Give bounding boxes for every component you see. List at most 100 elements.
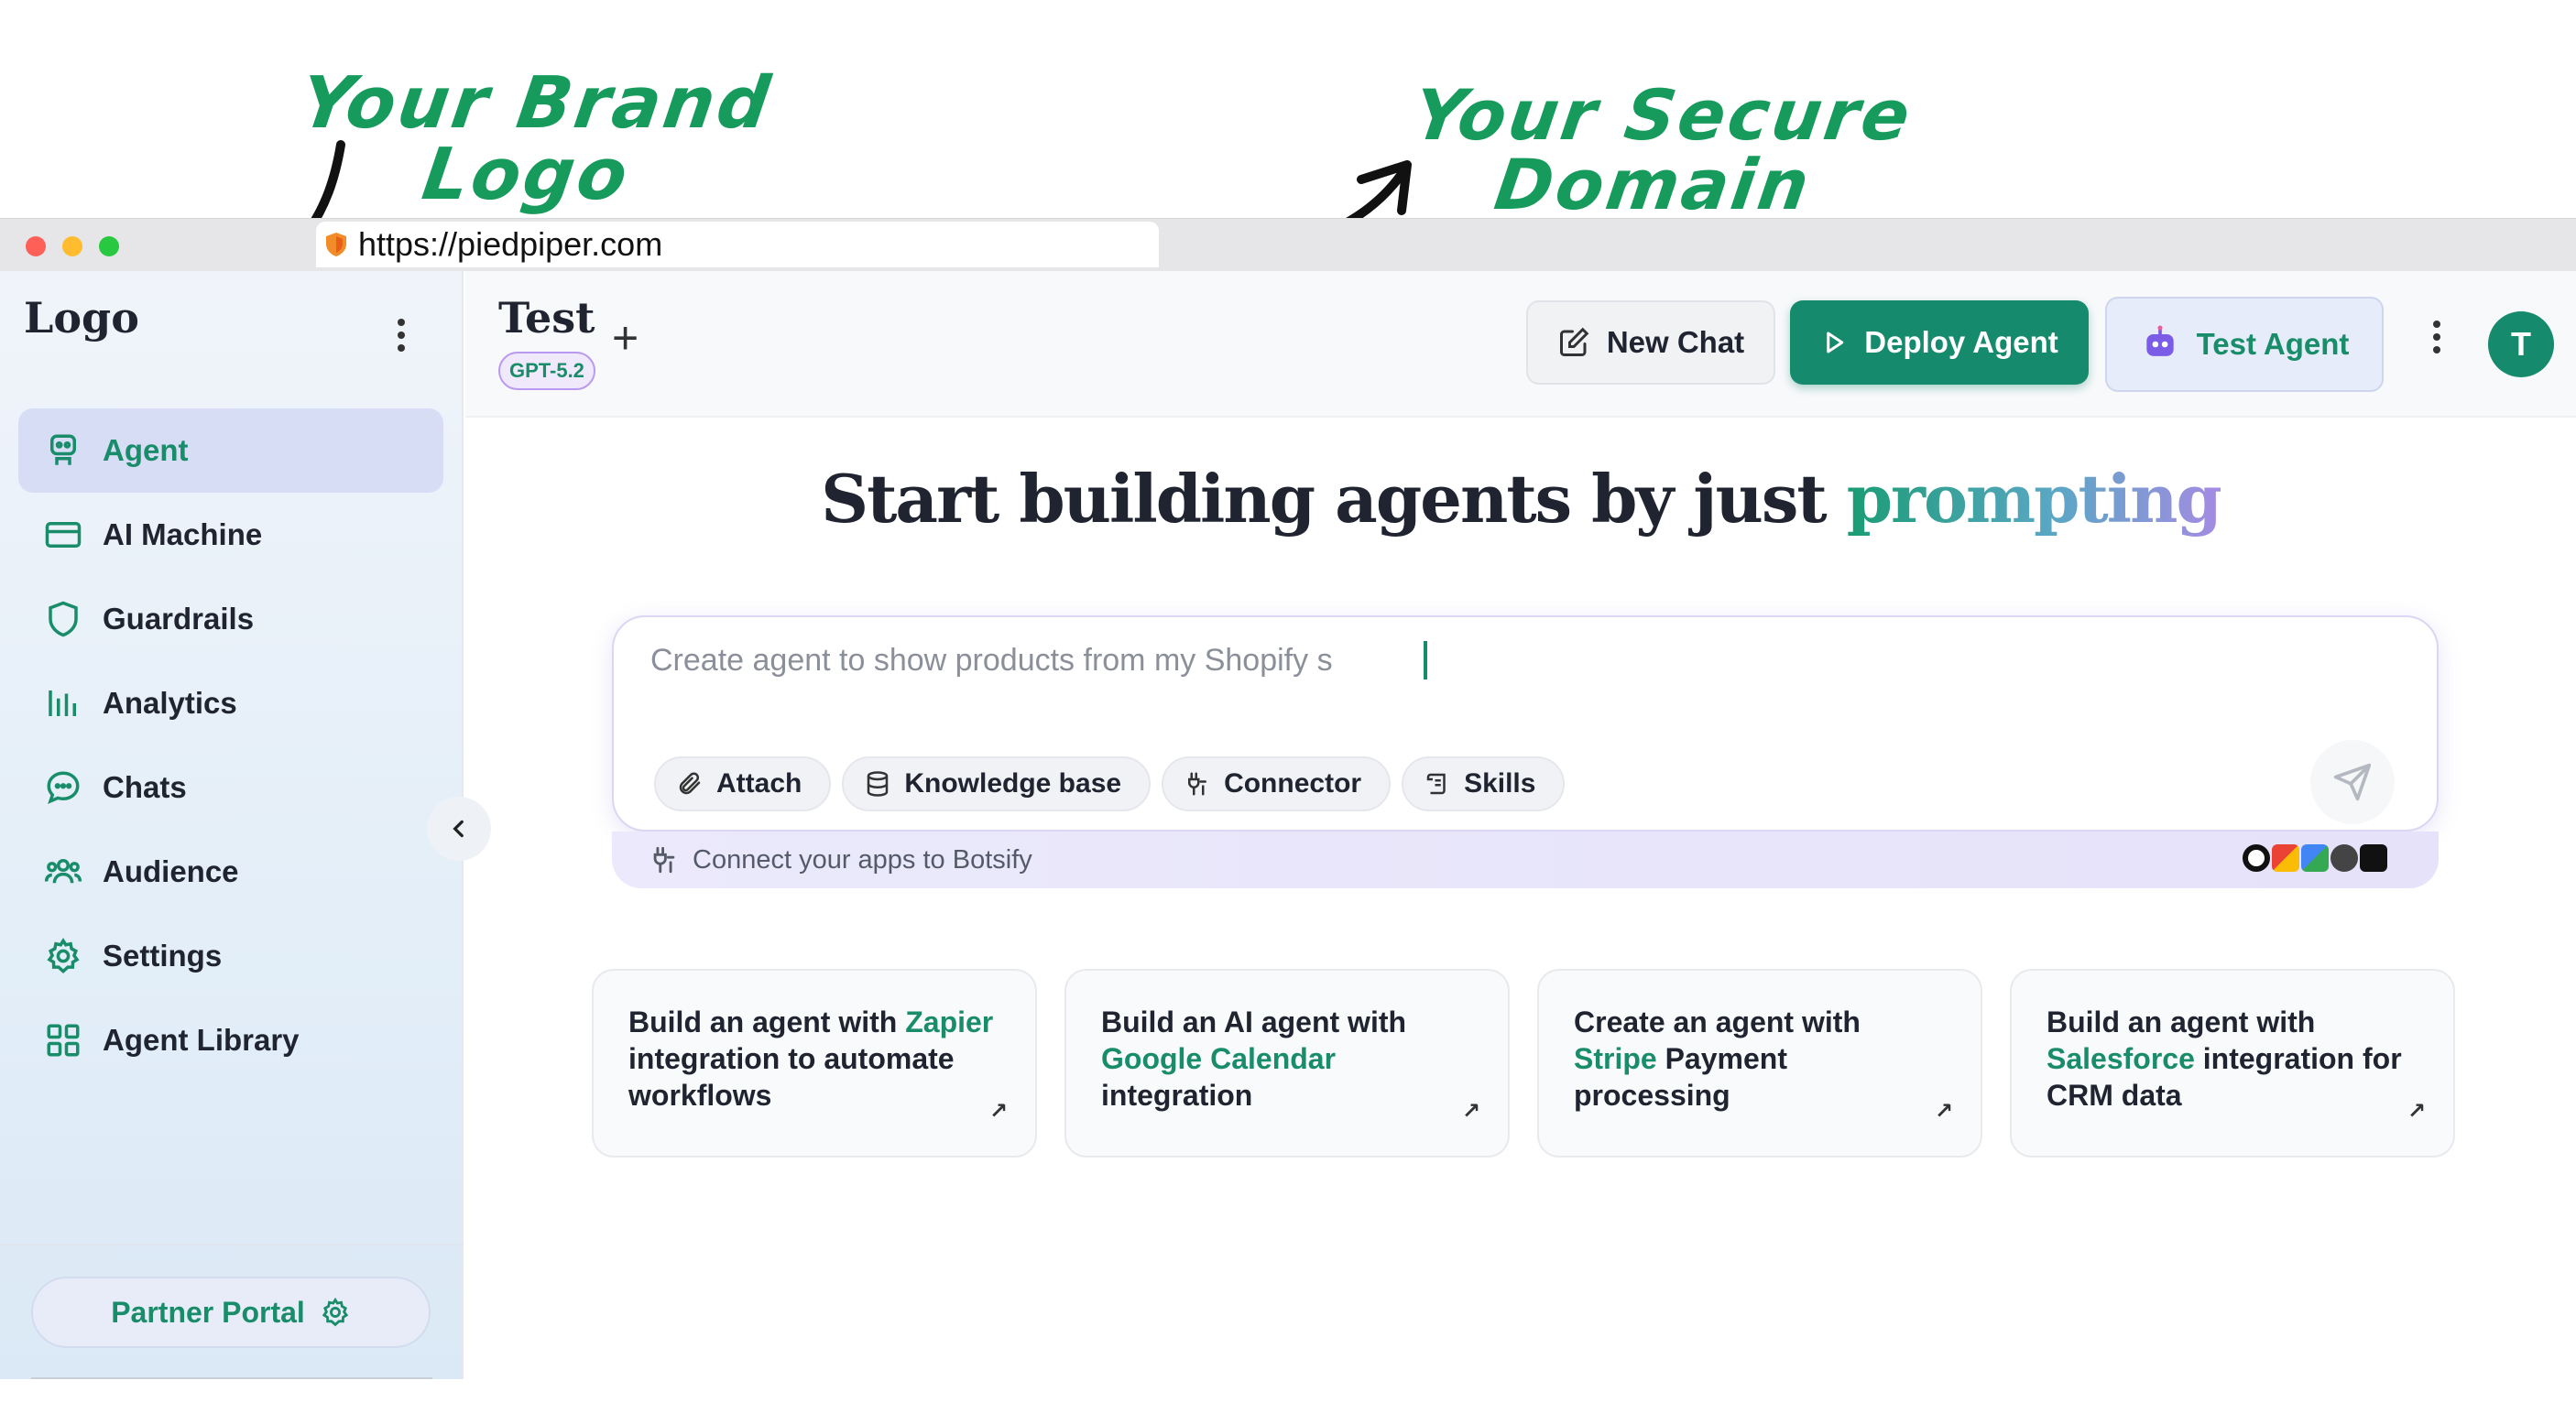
new-chat-label: New Chat (1606, 325, 1745, 359)
more-options-icon[interactable] (2431, 321, 2442, 353)
sidebar-item-agent[interactable]: Agent (18, 408, 443, 493)
robot-icon (50, 434, 76, 465)
main-panel: Test GPT-5.2 + New Chat Deploy Agent Tes… (465, 271, 2576, 1379)
app-icons (2243, 844, 2387, 872)
suggestion-highlight: Google Calendar (1101, 1042, 1337, 1075)
suggestion-text: Build an agent with (628, 1005, 906, 1038)
sidebar-item-settings[interactable]: Settings (18, 914, 443, 998)
model-badge[interactable]: GPT-5.2 (498, 352, 595, 390)
page-headline: Start building agents by just prompting (465, 460, 2576, 538)
window-minimize-icon[interactable] (62, 236, 82, 256)
chat-bubble-icon (47, 771, 80, 805)
sidebar-item-label: Agent Library (103, 1023, 300, 1057)
connect-apps-text: Connect your apps to Botsify (693, 844, 1032, 875)
sidebar-item-label: Chats (103, 770, 187, 804)
sidebar-item-label: Guardrails (103, 602, 255, 636)
suggestion-card[interactable]: Build an agent with Zapier integration t… (592, 969, 1037, 1158)
plug-icon (653, 846, 675, 874)
secure-domain-annotation: Your Secure Domain (1392, 74, 1924, 225)
top-bar: Test GPT-5.2 + New Chat Deploy Agent Tes… (465, 271, 2576, 418)
sidebar-item-label: AI Machine (103, 517, 263, 551)
sidebar-item-audience[interactable]: Audience (18, 830, 443, 914)
paperclip-icon (679, 772, 701, 795)
knowledge-base-button[interactable]: Knowledge base (842, 756, 1152, 811)
sidebar-item-chats[interactable]: Chats (18, 745, 443, 830)
sidebar-item-label: Analytics (103, 686, 237, 720)
avatar[interactable]: T (2488, 311, 2554, 377)
window-zoom-icon[interactable] (99, 236, 119, 256)
chevron-left-icon (453, 820, 464, 838)
partner-portal-button[interactable]: Partner Portal (31, 1277, 431, 1348)
add-tab-icon[interactable]: + (612, 315, 639, 361)
suggestion-card[interactable]: Build an agent with Salesforce integrati… (2010, 969, 2455, 1158)
address-bar[interactable]: https://piedpiper.com (316, 222, 1159, 267)
card-icon (45, 522, 82, 548)
connect-apps-bar[interactable]: Connect your apps to Botsify (612, 832, 2439, 888)
robot-icon (2145, 325, 2174, 356)
sidebar-item-analytics[interactable]: Analytics (18, 661, 443, 745)
edit-icon (1559, 327, 1589, 356)
play-icon (1827, 332, 1844, 353)
suggestion-text: integration (1101, 1079, 1253, 1112)
test-agent-button[interactable]: Test Agent (2105, 297, 2384, 392)
shield-icon (49, 601, 78, 637)
prompt-input[interactable]: Create agent to show products from my Sh… (650, 643, 1333, 679)
arrow-up-right-icon: ↗ (2407, 1099, 2426, 1124)
annotation-line: Domain (1490, 144, 1817, 225)
suggestion-highlight: Zapier (905, 1005, 994, 1038)
headline-accent: prompting (1846, 460, 2222, 538)
composer-actions: Attach Knowledge base Connector Skills (654, 756, 1566, 811)
sidebar-more-icon[interactable] (396, 319, 407, 352)
suggestion-card[interactable]: Build an AI agent with Google Calendar i… (1064, 969, 1510, 1158)
connector-button[interactable]: Connector (1162, 756, 1392, 811)
suggestion-text: integration to automate workflows (628, 1042, 955, 1112)
gear-icon (47, 938, 80, 973)
grid-icon (47, 1024, 80, 1057)
prompt-composer: Create agent to show products from my Sh… (612, 615, 2439, 832)
attach-button[interactable]: Attach (654, 756, 832, 811)
database-icon (868, 771, 889, 797)
headline-text: Start building agents by just (821, 460, 1847, 538)
url-text: https://piedpiper.com (358, 225, 663, 263)
collapse-sidebar-button[interactable] (427, 797, 491, 861)
scroll-icon (1426, 773, 1446, 795)
sidebar-item-guardrails[interactable]: Guardrails (18, 577, 443, 661)
sidebar-item-label: Agent (103, 433, 189, 467)
connector-label: Connector (1224, 768, 1362, 799)
sidebar-item-agent-library[interactable]: Agent Library (18, 998, 443, 1082)
sidebar-item-ai-machine[interactable]: AI Machine (18, 493, 443, 577)
annotation-line: Your Secure (1408, 74, 1918, 156)
sidebar: Logo Agent AI Machine Guardrails Analyti… (0, 271, 464, 1379)
openai-icon (2243, 844, 2270, 872)
divider (31, 1377, 432, 1379)
gmail-icon (2272, 844, 2299, 872)
new-chat-button[interactable]: New Chat (1526, 300, 1775, 385)
suggestion-highlight: Stripe (1574, 1042, 1657, 1075)
attach-label: Attach (716, 768, 802, 799)
sidebar-item-label: Audience (103, 854, 239, 888)
google-drive-icon (2301, 844, 2329, 872)
suggestion-text: Build an agent with (2047, 1005, 2316, 1038)
annotation-line: Logo (417, 134, 636, 216)
send-icon (2333, 763, 2372, 801)
chat-title: Test (498, 293, 595, 342)
skills-label: Skills (1464, 768, 1536, 799)
sidebar-footer: Partner Portal (0, 1244, 464, 1379)
bar-chart-icon (49, 690, 76, 716)
sidebar-nav: Agent AI Machine Guardrails Analytics Ch… (18, 408, 443, 1082)
deploy-agent-label: Deploy Agent (1864, 325, 2058, 359)
arrow-up-right-icon: ↗ (1934, 1099, 1953, 1124)
suggestion-text: Create an agent with (1574, 1005, 1861, 1038)
arrow-up-right-icon: ↗ (988, 1099, 1008, 1124)
skills-button[interactable]: Skills (1402, 756, 1566, 811)
knowledge-base-label: Knowledge base (904, 768, 1122, 799)
suggestion-cards: Build an agent with Zapier integration t… (592, 969, 2455, 1158)
suggestion-card[interactable]: Create an agent with Stripe Payment proc… (1537, 969, 1982, 1158)
secure-shield-icon (326, 233, 346, 256)
send-button[interactable] (2310, 740, 2395, 824)
annotation-line: Your Brand (295, 62, 778, 145)
deploy-agent-button[interactable]: Deploy Agent (1790, 300, 2089, 385)
brand-logo: Logo (24, 293, 139, 342)
window-close-icon[interactable] (26, 236, 46, 256)
plug-icon (1188, 772, 1207, 796)
